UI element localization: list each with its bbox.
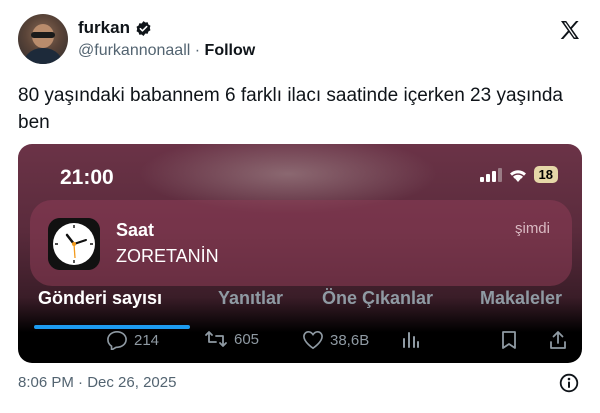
reply-action: 214 xyxy=(106,330,159,350)
info-icon[interactable] xyxy=(559,373,579,393)
tweet-date[interactable]: Dec 26, 2025 xyxy=(87,374,176,391)
repost-icon xyxy=(205,331,227,347)
views-action xyxy=(402,330,420,348)
tweet-header: furkan @furkannonaall · Follow xyxy=(18,12,584,68)
notification-time: şimdi xyxy=(514,220,550,237)
notification-app-name: Saat xyxy=(116,220,155,240)
tab-highlights: Öne Çıkanlar xyxy=(322,288,434,308)
repost-action: 605 xyxy=(204,330,259,348)
tab-articles: Makaleler xyxy=(480,288,563,308)
reply-icon xyxy=(107,330,127,350)
tweet-timestamp[interactable]: 8:06 PM · Dec 26, 2025 xyxy=(18,374,176,391)
phone-status-time: 21:00 xyxy=(60,166,114,189)
signal-icon xyxy=(479,167,502,182)
bookmark-action xyxy=(500,330,518,350)
tweet-time[interactable]: 8:06 PM xyxy=(18,374,74,391)
verified-badge-icon xyxy=(136,20,151,36)
handle[interactable]: @furkannonaall xyxy=(78,42,190,59)
clock-app-icon xyxy=(48,218,100,270)
tab-posts: Gönderi sayısı xyxy=(38,288,163,308)
active-tab-indicator xyxy=(34,325,190,329)
tweet-text: 80 yaşındaki babannem 6 farklı ilacı saa… xyxy=(18,85,563,133)
avatar[interactable] xyxy=(18,14,68,64)
wifi-icon xyxy=(509,169,526,182)
tweet-media[interactable]: 21:00 18 Saat ZORETANİN şimdi Gönderi sa… xyxy=(18,144,582,363)
heart-icon xyxy=(303,330,323,350)
like-action: 38,6B xyxy=(302,330,369,350)
tab-replies: Yanıtlar xyxy=(218,288,284,308)
handle-line: @furkannonaall · Follow xyxy=(78,42,255,60)
bookmark-icon xyxy=(502,331,516,349)
analytics-icon xyxy=(403,332,419,348)
timestamp-separator: · xyxy=(78,374,84,391)
battery-indicator: 18 xyxy=(533,166,558,183)
profile-tabs: Gönderi sayısı Yanıtlar Öne Çıkanlar Mak… xyxy=(18,288,582,318)
display-name-row[interactable]: furkan xyxy=(78,18,152,38)
phone-status-icons: 18 xyxy=(479,166,558,183)
x-logo-icon[interactable] xyxy=(558,18,582,42)
repost-count: 605 xyxy=(234,330,260,348)
reply-count: 214 xyxy=(134,331,160,349)
notification-body: ZORETANİN xyxy=(116,246,219,266)
like-count: 38,6B xyxy=(330,331,370,349)
handle-separator: · xyxy=(194,42,201,59)
author-info: furkan @furkannonaall · Follow xyxy=(78,18,255,60)
share-action xyxy=(548,330,568,350)
notification-banner: Saat ZORETANİN şimdi xyxy=(30,200,572,286)
follow-button[interactable]: Follow xyxy=(205,42,256,59)
display-name[interactable]: furkan xyxy=(78,18,130,38)
share-icon xyxy=(550,331,566,349)
action-bar: 214 605 38,6B xyxy=(18,330,582,358)
